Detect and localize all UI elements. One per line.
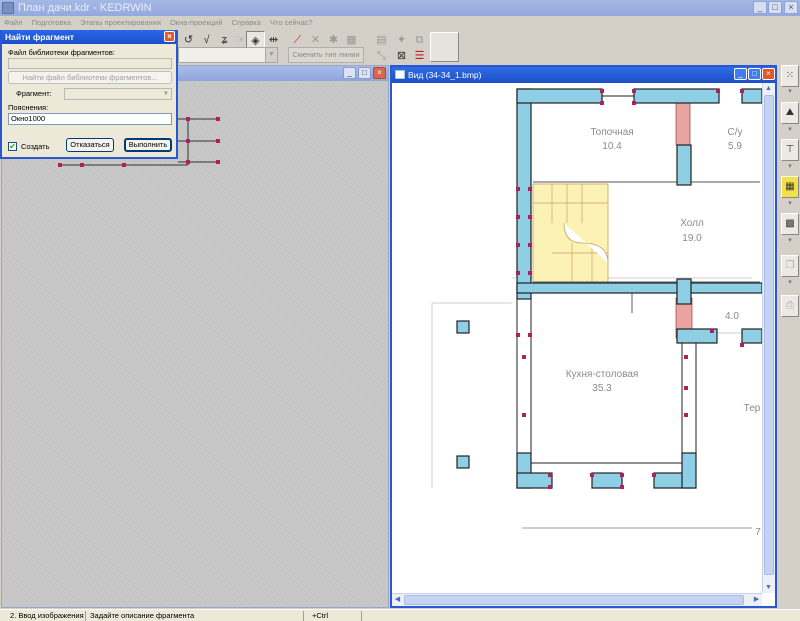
chevron-down-icon[interactable]: ▾ — [783, 237, 797, 244]
maximize-icon[interactable]: □ — [358, 67, 371, 79]
nodes-tool-icon[interactable]: ⁙ — [781, 65, 799, 87]
image-window-icon — [395, 70, 405, 79]
crane-tool-icon[interactable]: ⊤ — [781, 139, 799, 161]
minimize-icon[interactable]: _ — [753, 1, 767, 14]
status-hint: Задайте описание фрагмента — [80, 611, 304, 621]
view-icon[interactable]: ⊠ — [392, 47, 411, 66]
mountain-tool-icon[interactable]: ⛰ — [781, 102, 799, 124]
fragment-select[interactable]: ▼ — [64, 88, 172, 100]
hatch-tool-icon[interactable]: ▩ — [781, 213, 799, 235]
right-tool-strip: ⁙ ▾ ⛰ ▾ ⊤ ▾ ▦ ▾ ▩ ▾ ❐ ▾ ⎙ — [779, 65, 800, 608]
library-file-label: Файл библиотеки фрагментов: — [8, 48, 115, 57]
bricks-tool-icon[interactable]: ▦ — [781, 176, 799, 198]
close-icon[interactable]: × — [784, 1, 798, 14]
fragment-label: Фрагмент: — [16, 89, 52, 98]
room-area: 35.3 — [592, 383, 612, 394]
pages-tool-icon[interactable]: ❐ — [781, 255, 799, 277]
scroll-thumb[interactable] — [404, 595, 744, 605]
library-file-field[interactable] — [8, 58, 172, 69]
notes-field[interactable]: Окно1000 — [8, 113, 172, 125]
scroll-thumb[interactable] — [764, 95, 774, 575]
scroll-left-icon[interactable]: ◀ — [392, 594, 403, 605]
status-mode: 2. Ввод изображения — [0, 611, 86, 621]
dialog-title-bar: Найти фрагмент × — [2, 30, 176, 44]
list-icon[interactable]: ☰ — [410, 47, 429, 66]
large-tool-button[interactable] — [430, 32, 459, 62]
app-icon — [2, 2, 14, 14]
maximize-icon[interactable]: □ — [768, 1, 782, 14]
view-window-title-bar: Вид (34-34_1.bmp) _ □ × — [392, 67, 775, 83]
room-name: Топочная — [590, 127, 633, 138]
chevron-down-icon[interactable]: ▾ — [783, 88, 797, 95]
scroll-right-icon[interactable]: ▶ — [751, 594, 762, 605]
view-window-title: Вид (34-34_1.bmp) — [408, 70, 482, 80]
status-bar: 2. Ввод изображения Задайте описание фра… — [0, 609, 800, 621]
scroll-up-icon[interactable]: ▲ — [763, 83, 774, 94]
change-line-type-button[interactable]: Сменить тип линии — [288, 47, 364, 63]
main-title-bar: План дачи.kdr - KEDRWIN _ □ × — [0, 0, 800, 16]
status-modifier: +Ctrl — [302, 611, 362, 621]
menu-whats-now[interactable]: Что сейчас? — [267, 17, 316, 29]
room-area: 5.9 — [728, 141, 742, 152]
close-icon[interactable]: × — [164, 31, 175, 42]
scroll-down-icon[interactable]: ▼ — [763, 582, 774, 593]
minimize-icon[interactable]: _ — [343, 67, 356, 79]
room-name: Холл — [680, 218, 704, 229]
room-area: 19.0 — [682, 233, 702, 244]
left-drawing-canvas[interactable] — [2, 81, 388, 607]
chevron-down-icon[interactable]: ▾ — [783, 200, 797, 207]
resize-icon[interactable]: ⤡ — [372, 47, 391, 66]
room-area: 10.4 — [602, 141, 622, 152]
find-library-button[interactable]: Найти файл библиотеки фрагментов... — [8, 71, 172, 84]
create-checkbox[interactable]: ✔ — [8, 142, 17, 151]
cancel-button[interactable]: Отказаться — [66, 138, 114, 152]
menu-design-stages[interactable]: Этапы проектирования — [77, 17, 164, 29]
create-checkbox-label: Создать — [21, 142, 50, 151]
menu-bar: Файл Подготовка Этапы проектирования Окн… — [0, 16, 800, 28]
menu-projection-windows[interactable]: Окна-проекций — [167, 17, 225, 29]
notes-label: Пояснения: — [8, 103, 49, 112]
room-name: Тер — [744, 403, 761, 414]
find-fragment-dialog: Найти фрагмент × Файл библиотеки фрагмен… — [0, 30, 178, 159]
close-icon[interactable]: × — [373, 67, 386, 79]
menu-prepare[interactable]: Подготовка — [29, 17, 74, 29]
floor-plan-canvas[interactable]: Топочная 10.4 С/у 5.9 Холл 19.0 Кухня-ст… — [392, 83, 762, 600]
vertical-scrollbar[interactable]: ▲ ▼ — [762, 83, 775, 593]
close-icon[interactable]: × — [762, 68, 775, 80]
dimension-label: 7 — [755, 527, 761, 538]
fragment-preview — [58, 117, 220, 167]
chimney — [675, 100, 691, 146]
chevron-down-icon[interactable]: ▾ — [783, 126, 797, 133]
chevron-down-icon[interactable]: ▾ — [783, 163, 797, 170]
room-name: С/у — [728, 127, 743, 138]
menu-file[interactable]: Файл — [0, 17, 25, 29]
menu-help[interactable]: Справка — [228, 17, 263, 29]
room-area: 4.0 — [725, 311, 739, 322]
image-view-window: Вид (34-34_1.bmp) _ □ × Топочная 10.4 С/… — [390, 65, 777, 608]
chevron-down-icon[interactable]: ▾ — [783, 279, 797, 286]
minimize-icon[interactable]: _ — [734, 68, 747, 80]
horizontal-scrollbar[interactable]: ◀ ▶ — [392, 593, 762, 606]
floor-plan-drawing: Топочная 10.4 С/у 5.9 Холл 19.0 Кухня-ст… — [431, 88, 762, 538]
dialog-title: Найти фрагмент — [5, 32, 75, 42]
print-tool-icon[interactable]: ⎙ — [781, 295, 799, 317]
chevron-down-icon: ▼ — [265, 48, 277, 62]
room-name: Кухня-столовая — [566, 369, 639, 380]
execute-button[interactable]: Выполнить — [124, 138, 172, 152]
maximize-icon[interactable]: □ — [748, 68, 761, 80]
main-window-title: План дачи.kdr - KEDRWIN — [18, 2, 152, 14]
chevron-down-icon: ▼ — [163, 91, 169, 97]
toolbar-combo[interactable]: ▼ — [178, 47, 278, 63]
